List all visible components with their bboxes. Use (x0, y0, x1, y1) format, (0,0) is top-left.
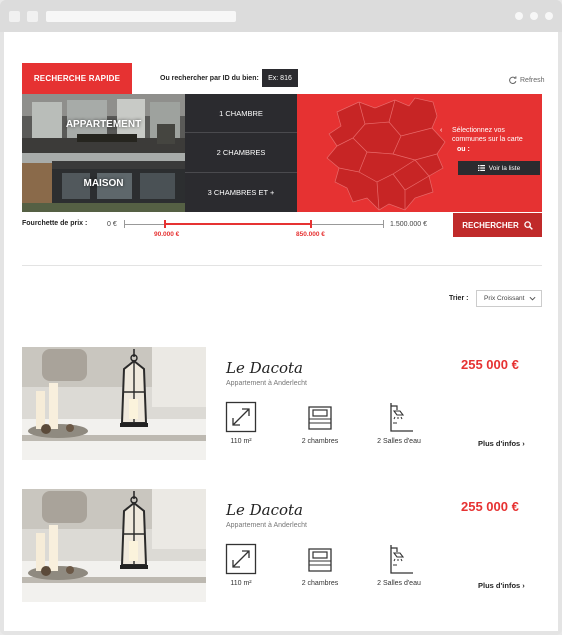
price-slider-range (165, 223, 311, 225)
feature-bathrooms: 2 Salles d'eau (369, 401, 429, 445)
feature-bedrooms-label: 2 chambres (301, 580, 339, 587)
more-info-link[interactable]: Plus d'infos › (478, 439, 525, 448)
feature-area-label: 110 m² (230, 580, 252, 587)
view-list-label: Voir la liste (488, 164, 521, 172)
more-info-label: Plus d'infos (478, 581, 521, 590)
room-option-3[interactable]: 3 CHAMBRES ET + (185, 173, 297, 212)
search-button-label: RECHERCHER (462, 220, 519, 230)
map-panel: ‹ Sélectionnez vos communes sur la carte… (297, 94, 542, 212)
listing-price: 255 000 € (461, 357, 519, 372)
commune-map[interactable] (297, 94, 542, 212)
rooms-panel: 1 CHAMBRE 2 CHAMBRES 3 CHAMBRES ET + (185, 94, 297, 212)
feature-area: 110 m² (211, 401, 271, 445)
shower-icon (390, 403, 413, 432)
listing-card: Le Dacota Appartement à Anderlecht 255 0… (22, 347, 542, 465)
type-apartment-tile[interactable]: APPARTEMENT (22, 94, 185, 153)
chevron-right-icon: › (522, 439, 525, 448)
sort-label: Trier : (449, 295, 469, 302)
window-dot-icon[interactable] (545, 12, 553, 20)
listing-name[interactable]: Le Dacota (226, 359, 303, 377)
bed-icon (308, 406, 332, 430)
id-search-label: Ou rechercher par ID du bien: (160, 75, 259, 82)
lantern-photo (22, 489, 206, 602)
feature-bedrooms-label: 2 chambres (301, 438, 339, 445)
refresh-button[interactable]: Refresh (509, 76, 545, 84)
more-info-label: Plus d'infos (478, 439, 521, 448)
sort-select[interactable]: Prix Croissant (476, 290, 542, 307)
map-hint: ‹ Sélectionnez vos communes sur la carte (440, 126, 532, 144)
search-button[interactable]: RECHERCHER (453, 213, 542, 237)
listing-name[interactable]: Le Dacota (226, 501, 303, 519)
feature-bathrooms: 2 Salles d'eau (369, 543, 429, 587)
price-slider-max-handle[interactable] (310, 220, 312, 228)
browser-forward-icon[interactable] (27, 11, 38, 22)
feature-bedrooms: 2 chambres (290, 543, 350, 587)
window-dot-icon[interactable] (530, 12, 538, 20)
feature-bathrooms-label: 2 Salles d'eau (377, 580, 421, 587)
shower-icon (390, 545, 413, 574)
refresh-icon (509, 76, 517, 84)
price-min-label: 0 € (107, 221, 117, 228)
feature-area: 110 m² (211, 543, 271, 587)
type-apartment-label: APPARTEMENT (65, 119, 142, 130)
lantern-photo (22, 347, 206, 460)
chevron-down-icon (529, 296, 536, 301)
address-bar[interactable] (46, 11, 236, 22)
room-option-2[interactable]: 2 CHAMBRES (185, 133, 297, 173)
more-info-link[interactable]: Plus d'infos › (478, 581, 525, 590)
divider (22, 265, 542, 266)
list-icon (477, 165, 485, 171)
map-or-label: ou : (457, 146, 470, 153)
area-icon (225, 543, 257, 575)
room-option-1[interactable]: 1 CHAMBRE (185, 94, 297, 134)
listing-subtitle: Appartement à Anderlecht (226, 380, 307, 387)
listing-photo[interactable] (22, 489, 206, 602)
chevron-left-icon: ‹ (440, 127, 443, 134)
listing-subtitle: Appartement à Anderlecht (226, 522, 307, 529)
listing-photo[interactable] (22, 347, 206, 460)
listing-card: Le Dacota Appartement à Anderlecht 255 0… (22, 489, 542, 607)
chevron-right-icon: › (522, 581, 525, 590)
feature-bedrooms: 2 chambres (290, 401, 350, 445)
slider-tick (383, 220, 384, 228)
type-house-tile[interactable]: MAISON (22, 153, 185, 212)
price-high-value: 850.000 € (296, 231, 325, 238)
search-icon (523, 220, 533, 230)
area-icon (225, 401, 257, 433)
price-range-label: Fourchette de prix : (22, 220, 88, 227)
window-dot-icon[interactable] (515, 12, 523, 20)
listing-price: 255 000 € (461, 499, 519, 514)
view-list-button[interactable]: Voir la liste (458, 161, 540, 175)
quick-search-tab[interactable]: RECHERCHE RAPIDE (22, 63, 132, 94)
browser-titlebar (0, 0, 562, 32)
feature-bathrooms-label: 2 Salles d'eau (377, 438, 421, 445)
id-search-input[interactable]: Ex: 816 (262, 69, 298, 87)
price-max-label: 1.500.000 € (390, 221, 427, 228)
browser-back-icon[interactable] (9, 11, 20, 22)
refresh-label: Refresh (520, 76, 545, 84)
sort-selected-value: Prix Croissant (484, 295, 525, 302)
feature-area-label: 110 m² (230, 438, 252, 445)
slider-tick (124, 220, 125, 228)
price-low-value: 90.000 € (154, 231, 180, 238)
browser-window: RECHERCHE RAPIDE Ou rechercher par ID du… (0, 0, 562, 635)
map-hint-text: Sélectionnez vos communes sur la carte (452, 127, 523, 143)
page-content: RECHERCHE RAPIDE Ou rechercher par ID du… (4, 32, 558, 631)
price-slider-min-handle[interactable] (164, 220, 166, 228)
bed-icon (308, 548, 332, 572)
type-house-label: MAISON (83, 178, 124, 189)
